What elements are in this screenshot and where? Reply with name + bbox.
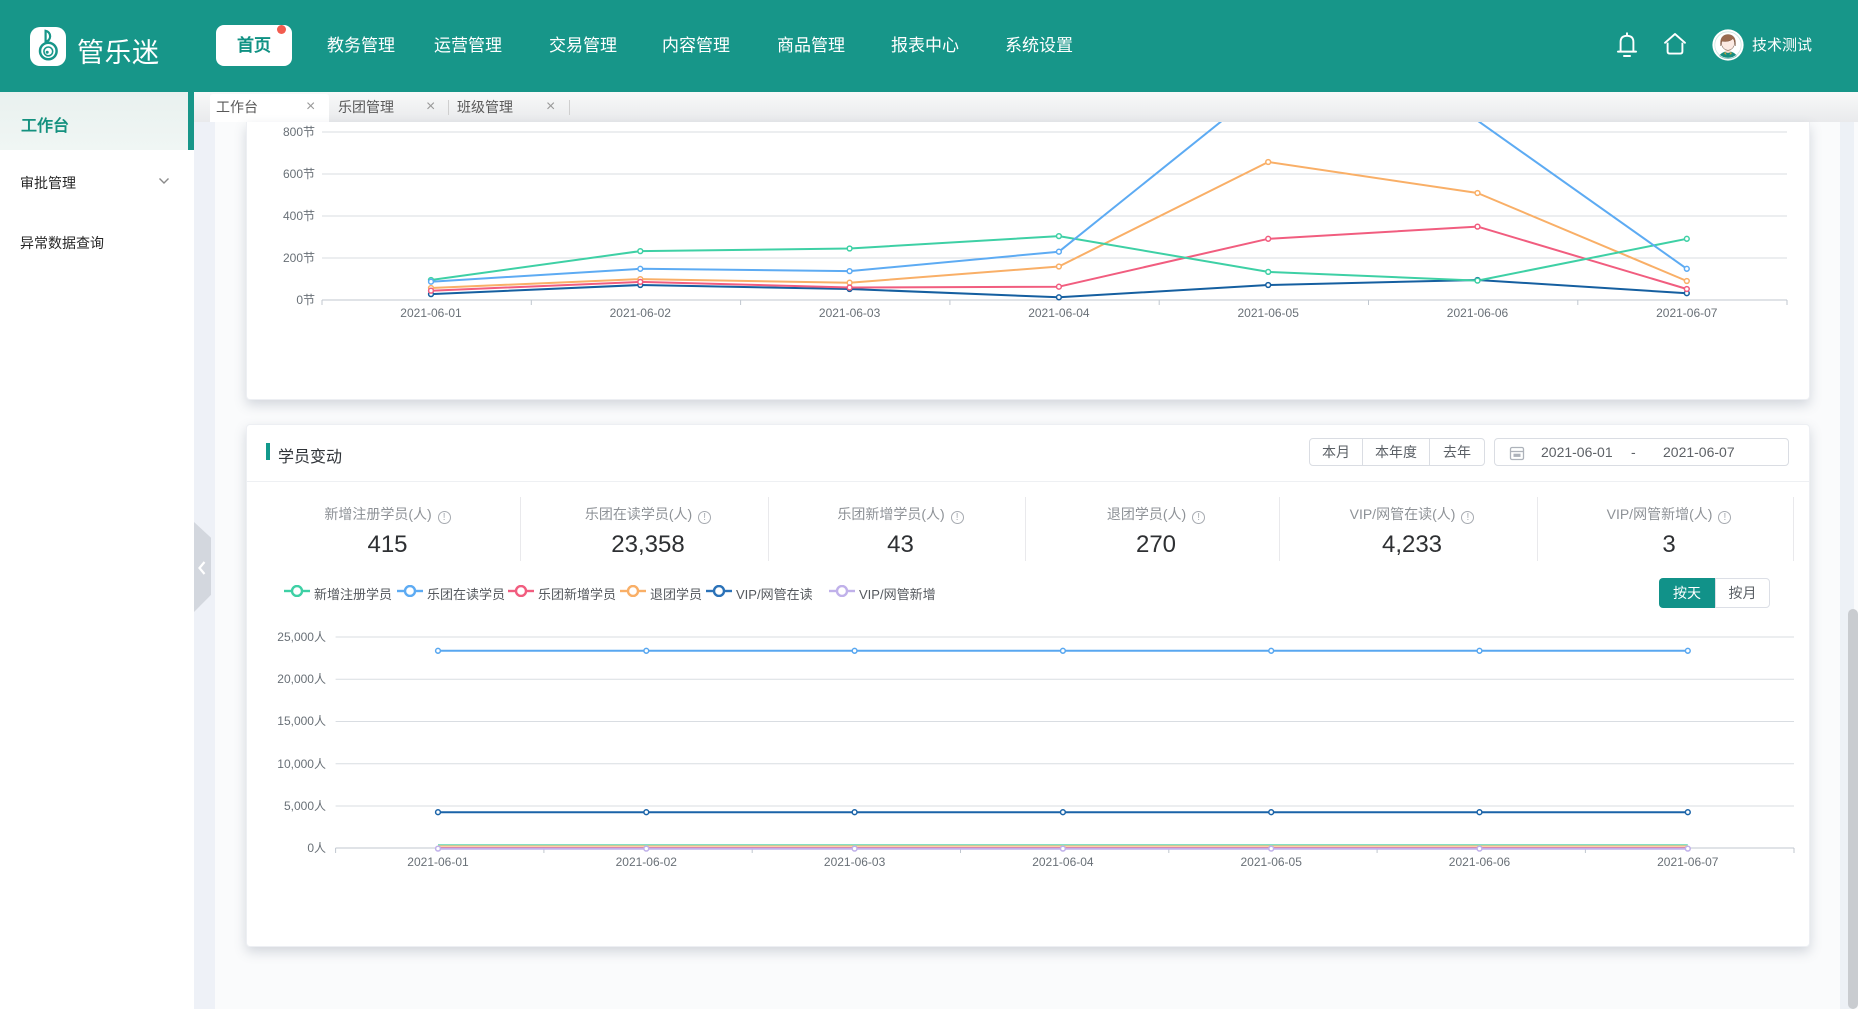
svg-text:2021-06-03: 2021-06-03 xyxy=(824,855,886,869)
svg-text:2021-06-01: 2021-06-01 xyxy=(400,306,462,320)
svg-text:2021-06-03: 2021-06-03 xyxy=(819,306,881,320)
svg-text:600节: 600节 xyxy=(283,167,315,181)
svg-text:5,000人: 5,000人 xyxy=(284,799,326,813)
svg-text:0人: 0人 xyxy=(307,841,326,855)
svg-text:20,000人: 20,000人 xyxy=(277,672,326,686)
svg-text:2021-06-04: 2021-06-04 xyxy=(1028,306,1090,320)
svg-text:0节: 0节 xyxy=(296,293,315,307)
svg-text:2021-06-07: 2021-06-07 xyxy=(1657,855,1719,869)
svg-text:25,000人: 25,000人 xyxy=(277,630,326,644)
svg-text:2021-06-05: 2021-06-05 xyxy=(1241,855,1303,869)
svg-text:2021-06-04: 2021-06-04 xyxy=(1032,855,1094,869)
svg-text:10,000人: 10,000人 xyxy=(277,757,326,771)
svg-text:15,000人: 15,000人 xyxy=(277,714,326,728)
svg-text:2021-06-07: 2021-06-07 xyxy=(1656,306,1718,320)
svg-text:2021-06-02: 2021-06-02 xyxy=(616,855,678,869)
svg-text:2021-06-06: 2021-06-06 xyxy=(1449,855,1511,869)
svg-text:2021-06-05: 2021-06-05 xyxy=(1238,306,1300,320)
svg-text:800节: 800节 xyxy=(283,125,315,139)
svg-text:2021-06-01: 2021-06-01 xyxy=(407,855,469,869)
svg-text:2021-06-02: 2021-06-02 xyxy=(610,306,672,320)
svg-text:200节: 200节 xyxy=(283,251,315,265)
svg-text:400节: 400节 xyxy=(283,209,315,223)
svg-text:2021-06-06: 2021-06-06 xyxy=(1447,306,1509,320)
